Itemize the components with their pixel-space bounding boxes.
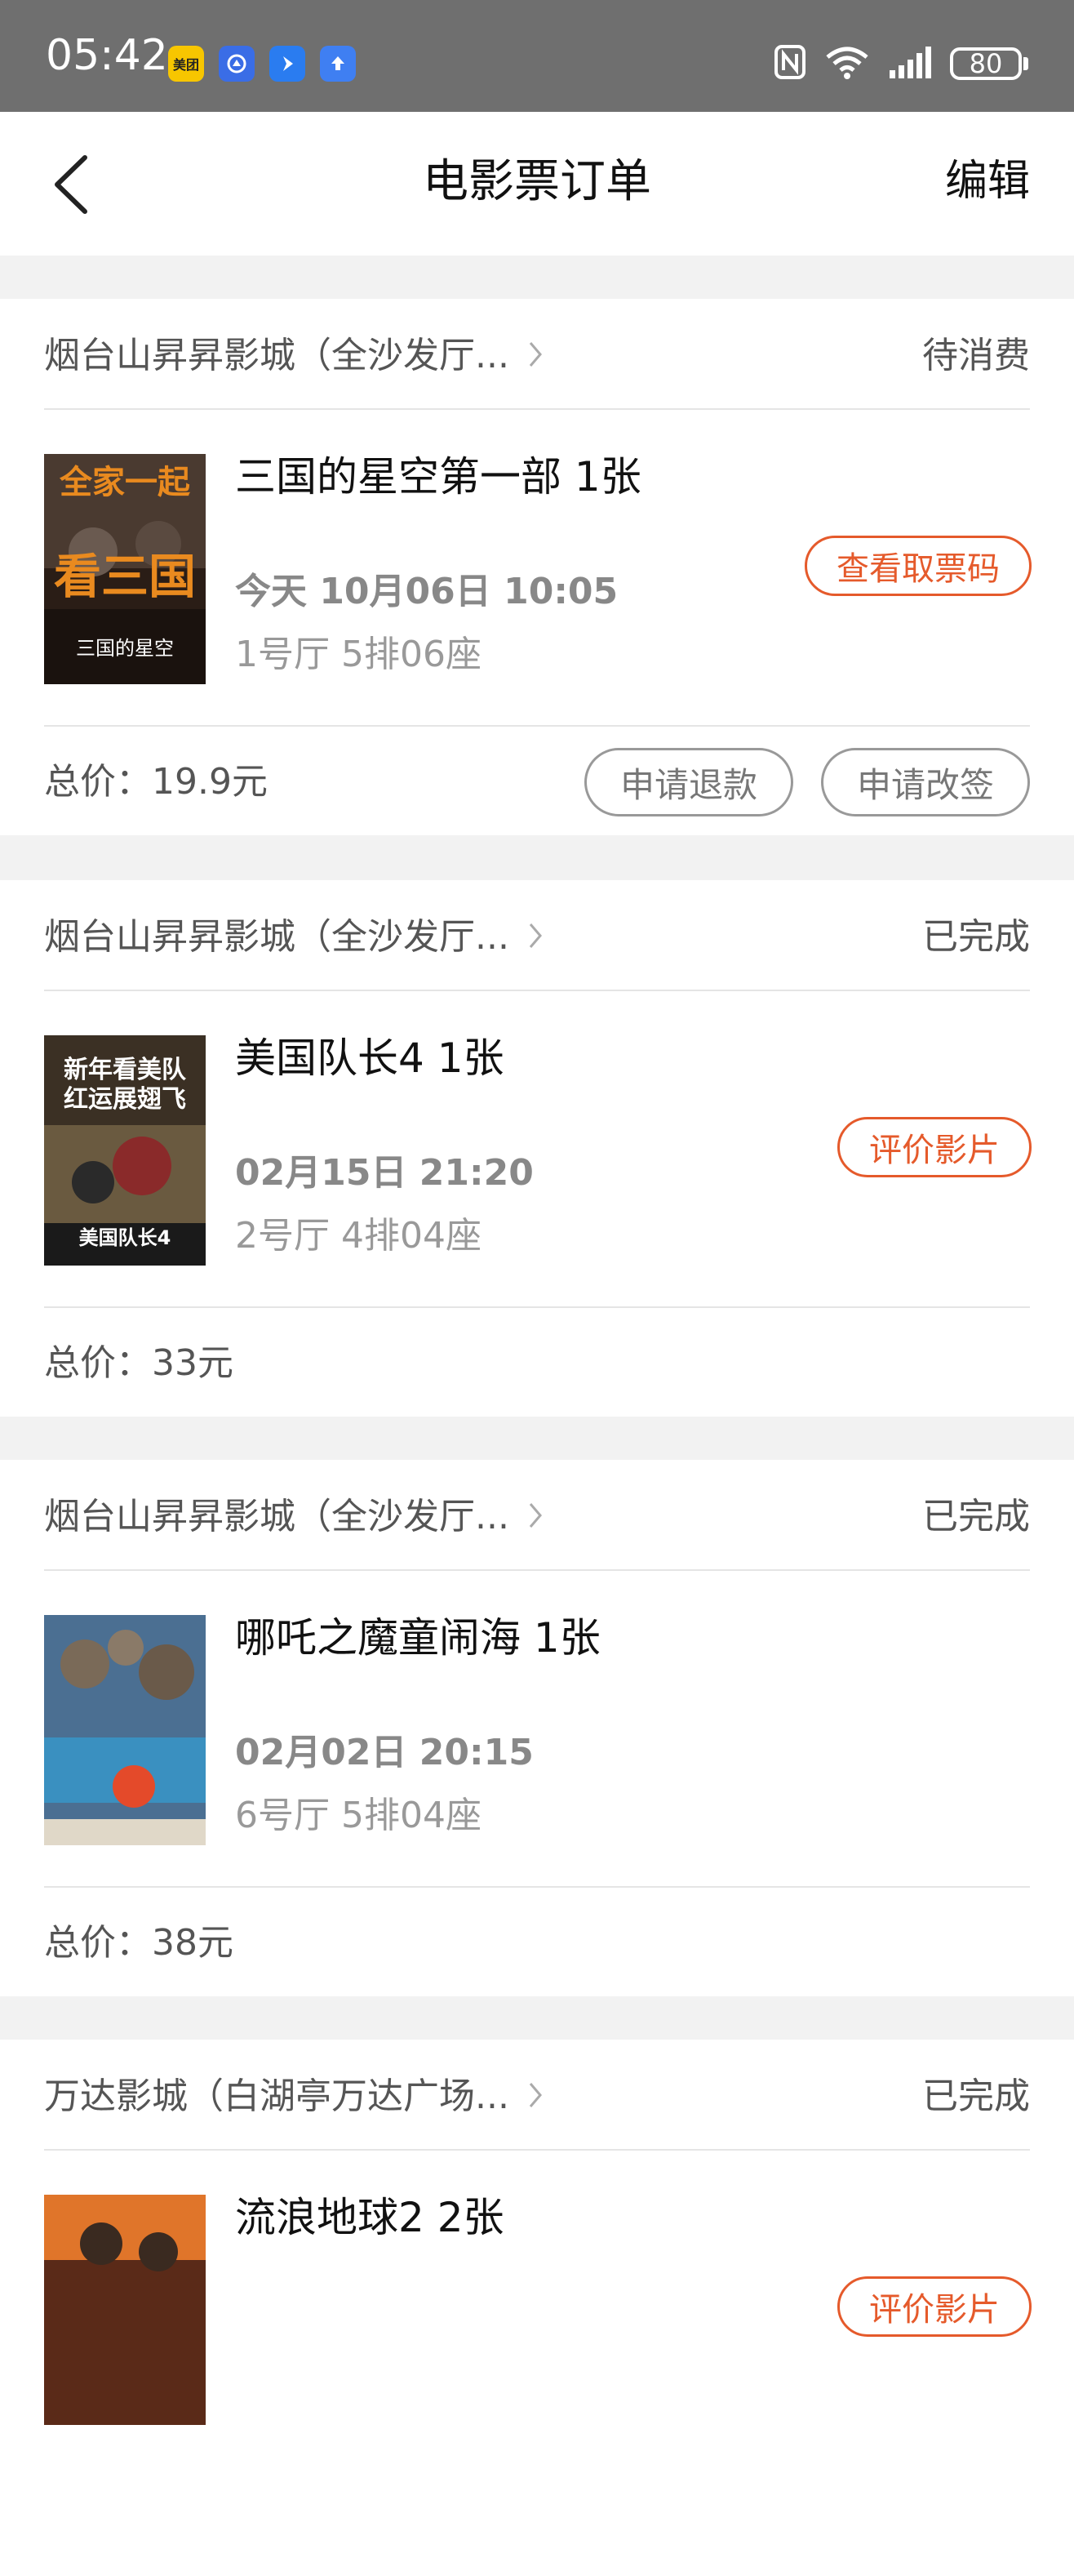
app-blue-icon-2 — [269, 46, 305, 82]
showtime: 今天 10月06日 10:05 — [235, 571, 619, 612]
chevron-right-icon — [529, 923, 542, 948]
poster-text-2: 看三国 — [54, 549, 196, 604]
cinema-name[interactable]: 万达影城（白湖亭万达广场... — [44, 2075, 509, 2119]
order-header[interactable]: 烟台山昇昇影城（全沙发厅... 已完成 — [44, 1460, 1030, 1571]
chevron-right-icon — [529, 2083, 542, 2107]
signal-icon — [888, 46, 932, 82]
poster-text-1: 新年看美队 — [64, 1056, 187, 1084]
battery-level: 80 — [950, 47, 1022, 80]
battery-icon: 80 — [950, 47, 1028, 80]
showtime: 02月02日 20:15 — [235, 1732, 534, 1773]
order-footer: 总价：33元 — [44, 1306, 1030, 1418]
seat-info: 1号厅 5排06座 — [235, 634, 482, 675]
order-card: 烟台山昇昇影城（全沙发厅... 已完成 新年看美队 红运展翅飞 美国队长4 美国… — [0, 880, 1074, 1417]
order-status: 已完成 — [922, 916, 1030, 958]
app-blue-icon-3 — [320, 46, 356, 82]
app-blue-icon-1 — [219, 46, 255, 82]
movie-title: 三国的星空第一部 1张 — [235, 453, 641, 501]
meituan-icon: 美团 — [168, 46, 204, 82]
edit-button[interactable]: 编辑 — [945, 156, 1030, 207]
order-footer: 总价：38元 — [44, 1886, 1030, 1998]
movie-title: 流浪地球2 2张 — [235, 2194, 504, 2241]
order-status: 待消费 — [922, 335, 1030, 376]
total-price: 总价：38元 — [44, 1922, 233, 1964]
order-card: 烟台山昇昇影城（全沙发厅... 已完成 哪吒之魔童闹海 1张 02月02日 20… — [0, 1460, 1074, 1996]
nav-bar: 电影票订单 编辑 — [0, 112, 1074, 256]
total-price: 总价：33元 — [44, 1342, 233, 1384]
poster-text-3: 美国队长4 — [79, 1226, 171, 1249]
status-bar: 05:42 美团 80 — [0, 0, 1074, 112]
poster-text-1: 全家一起 — [59, 464, 191, 501]
view-ticket-code-button[interactable]: 查看取票码 — [805, 536, 1032, 596]
wifi-icon — [824, 44, 870, 83]
order-status: 已完成 — [922, 1496, 1030, 1537]
movie-title: 哪吒之魔童闹海 1张 — [235, 1614, 601, 1662]
order-header[interactable]: 烟台山昇昇影城（全沙发厅... 待消费 — [44, 299, 1030, 410]
chevron-right-icon — [529, 1503, 542, 1528]
order-header[interactable]: 万达影城（白湖亭万达广场... 已完成 — [44, 2040, 1030, 2151]
reschedule-button[interactable]: 申请改签 — [821, 748, 1030, 816]
movie-poster[interactable]: 新年看美队 红运展翅飞 美国队长4 — [44, 1035, 206, 1266]
seat-info: 6号厅 5排04座 — [235, 1795, 482, 1836]
poster-text-3: 三国的星空 — [76, 637, 174, 660]
order-footer: 总价：19.9元 申请退款 申请改签 — [44, 725, 1030, 837]
chevron-right-icon — [529, 342, 542, 367]
movie-poster[interactable] — [44, 1615, 206, 1845]
cinema-name[interactable]: 烟台山昇昇影城（全沙发厅... — [44, 335, 509, 378]
order-card: 万达影城（白湖亭万达广场... 已完成 流浪地球2 2张 评价影片 — [0, 2040, 1074, 2576]
movie-poster[interactable] — [44, 2195, 206, 2425]
cinema-name[interactable]: 烟台山昇昇影城（全沙发厅... — [44, 916, 509, 959]
movie-poster[interactable]: 全家一起 看三国 三国的星空 — [44, 454, 206, 684]
clock: 05:42 — [46, 31, 168, 80]
total-price: 总价：19.9元 — [44, 761, 268, 803]
order-header[interactable]: 烟台山昇昇影城（全沙发厅... 已完成 — [44, 880, 1030, 991]
cinema-name[interactable]: 烟台山昇昇影城（全沙发厅... — [44, 1496, 509, 1539]
rate-movie-button[interactable]: 评价影片 — [837, 1117, 1032, 1177]
seat-info: 2号厅 4排04座 — [235, 1215, 482, 1257]
movie-title: 美国队长4 1张 — [235, 1034, 504, 1082]
nfc-icon — [774, 44, 806, 83]
rate-movie-button[interactable]: 评价影片 — [837, 2276, 1032, 2337]
poster-text-2: 红运展翅飞 — [64, 1085, 186, 1114]
refund-button[interactable]: 申请退款 — [584, 748, 793, 816]
showtime: 02月15日 21:20 — [235, 1152, 534, 1194]
order-status: 已完成 — [922, 2075, 1030, 2117]
order-card: 烟台山昇昇影城（全沙发厅... 待消费 全家一起 看三国 三国的星空 三国的星空… — [0, 299, 1074, 835]
page-title: 电影票订单 — [423, 155, 651, 208]
